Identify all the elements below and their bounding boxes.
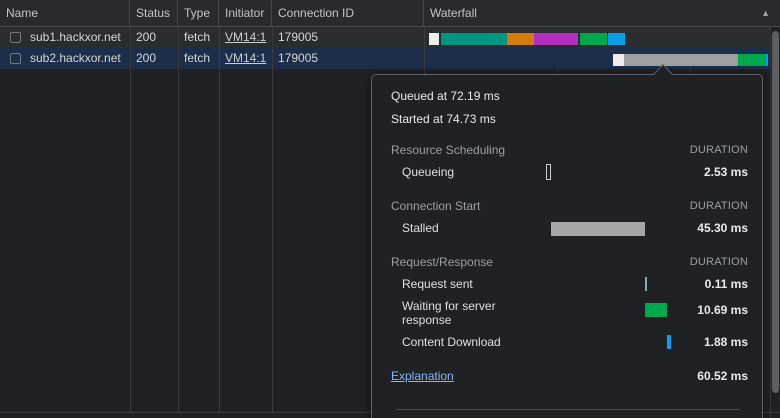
column-header-status[interactable]: Status [130, 0, 178, 27]
phase-duration-waiting: 10.69 ms [697, 303, 748, 317]
waterfall-segment-queueing [613, 54, 624, 66]
request-row-sub1[interactable]: sub1.hackxor.net 200 fetch VM14:1 179005 [0, 27, 770, 48]
waterfall-segment-stalled [624, 54, 738, 66]
phase-label-queueing: Queueing [402, 165, 454, 179]
waterfall-segment-content-download [766, 54, 768, 66]
phase-bar-lane [546, 301, 671, 319]
sort-ascending-icon: ▲ [761, 0, 770, 27]
explanation-link[interactable]: Explanation [391, 369, 454, 383]
phase-bar-lane [546, 220, 671, 238]
section-connection-start: Connection Start [391, 199, 480, 213]
tooltip-divider [396, 409, 740, 410]
waterfall-segment-waiting-ttfb [738, 54, 766, 66]
waterfall-segment-content-download [608, 33, 625, 45]
waterfall-segment-ssl [534, 33, 578, 45]
duration-header: DURATION [690, 144, 748, 156]
column-header-waterfall[interactable]: Waterfall ▲ [424, 0, 780, 27]
column-header-name[interactable]: Name [0, 0, 130, 27]
phase-duration-request-sent: 0.11 ms [705, 277, 748, 291]
phase-bar-waiting-for-server-response [645, 303, 667, 317]
waterfall-segment-queueing [429, 33, 439, 45]
phase-label-waiting: Waiting for server response [402, 299, 542, 327]
duration-header: DURATION [690, 256, 748, 268]
phase-label-content-download: Content Download [402, 335, 501, 349]
section-resource-scheduling: Resource Scheduling [391, 143, 505, 157]
phase-bar-lane [546, 163, 671, 181]
phase-duration-queueing: 2.53 ms [704, 165, 748, 179]
section-request-response: Request/Response [391, 255, 493, 269]
phase-bar-request-sent [645, 277, 647, 291]
queued-at-text: Queued at 72.19 ms [391, 89, 500, 103]
phase-bar-stalled [551, 222, 645, 236]
waterfall-bar-group[interactable] [0, 48, 770, 69]
vertical-scrollbar-thumb[interactable] [772, 31, 779, 393]
timing-tooltip: Queued at 72.19 ms Started at 74.73 ms R… [371, 74, 763, 418]
waterfall-segment-dns-lookup [441, 33, 507, 45]
phase-bar-queueing [546, 164, 551, 180]
duration-header: DURATION [690, 200, 748, 212]
started-at-text: Started at 74.73 ms [391, 112, 496, 126]
phase-bar-lane [546, 333, 671, 351]
column-divider[interactable] [219, 27, 220, 412]
column-divider[interactable] [272, 27, 273, 412]
request-row-sub2-selected[interactable]: sub2.hackxor.net 200 fetch VM14:1 179005 [0, 48, 770, 69]
phase-bar-lane [546, 275, 671, 293]
waterfall-bar-group[interactable] [0, 27, 770, 48]
total-duration: 60.52 ms [697, 369, 748, 383]
waterfall-segment-waiting-ttfb [580, 33, 607, 45]
network-panel: sub1.hackxor.net 200 fetch VM14:1 179005… [0, 0, 780, 418]
waterfall-segment-initial-connection [507, 33, 534, 45]
phase-bar-content-download [667, 335, 671, 349]
phase-duration-stalled: 45.30 ms [697, 221, 748, 235]
phase-label-stalled: Stalled [402, 221, 439, 235]
column-divider[interactable] [178, 27, 179, 412]
column-header-initiator[interactable]: Initiator [219, 0, 272, 27]
table-header: Name Status Type Initiator Connection ID… [0, 0, 780, 27]
phase-duration-content-download: 1.88 ms [704, 335, 748, 349]
column-header-type[interactable]: Type [178, 0, 219, 27]
column-divider[interactable] [130, 27, 131, 412]
column-header-connection-id[interactable]: Connection ID [272, 0, 424, 27]
scrollbar-track-border [770, 27, 771, 418]
phase-label-request-sent: Request sent [402, 277, 473, 291]
